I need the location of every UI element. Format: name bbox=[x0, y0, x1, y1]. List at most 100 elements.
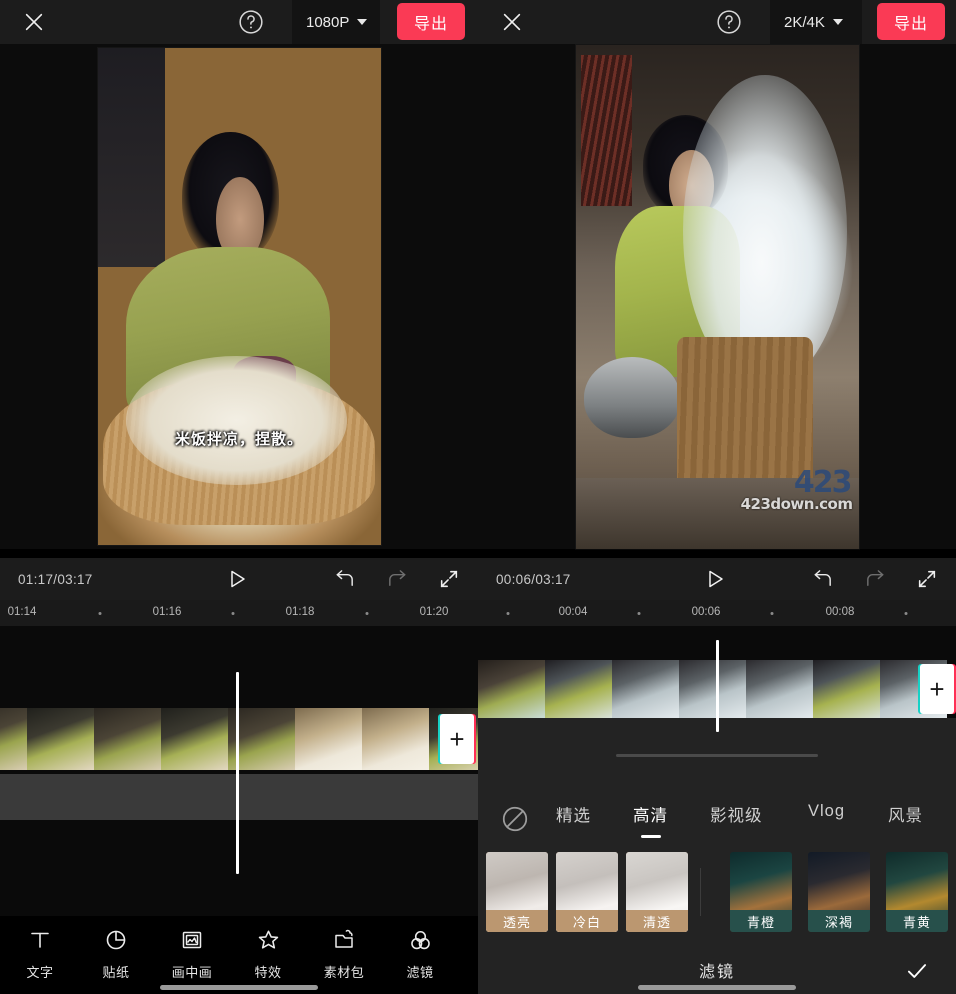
left-bottom-toolbar: 文字 贴纸 画中画 特效 bbox=[0, 916, 478, 994]
resolution-selector[interactable]: 2K/4K bbox=[770, 0, 862, 44]
tool-filter[interactable]: 滤镜 bbox=[382, 916, 458, 981]
tool-label: 素材包 bbox=[324, 962, 365, 981]
video-canvas[interactable]: 米饭拌凉，捏散。 bbox=[98, 48, 381, 545]
ruler-dot bbox=[99, 612, 102, 615]
resolution-selector[interactable]: 1080P bbox=[292, 0, 380, 44]
right-video-preview[interactable]: 423 423down.com bbox=[478, 44, 956, 549]
help-icon[interactable] bbox=[714, 7, 744, 37]
export-button[interactable]: 导出 bbox=[397, 3, 465, 40]
clip-thumbnail[interactable] bbox=[746, 660, 813, 722]
ruler-dot bbox=[638, 612, 641, 615]
tool-material-pack[interactable]: 素材包 bbox=[306, 916, 382, 981]
filter-item[interactable]: 冷白 bbox=[556, 852, 618, 932]
sticker-icon bbox=[104, 925, 128, 955]
text-icon bbox=[28, 925, 52, 955]
fullscreen-icon[interactable] bbox=[438, 568, 460, 590]
play-icon[interactable] bbox=[703, 567, 727, 591]
material-pack-icon bbox=[332, 925, 356, 955]
clip-thumbnail[interactable] bbox=[295, 708, 362, 770]
filter-item[interactable]: 透亮 bbox=[486, 852, 548, 932]
video-canvas[interactable]: 423 423down.com bbox=[576, 45, 859, 549]
ruler-tick: 01:18 bbox=[286, 606, 315, 618]
timecode: 00:06/03:17 bbox=[496, 572, 571, 587]
clip-thumbnail[interactable] bbox=[161, 708, 228, 770]
tool-label: 滤镜 bbox=[406, 962, 433, 981]
home-indicator bbox=[638, 985, 796, 990]
fullscreen-icon[interactable] bbox=[916, 568, 938, 590]
filter-item[interactable]: 青黄 bbox=[886, 852, 948, 932]
tab-yingshiji[interactable]: 影视级 bbox=[710, 802, 763, 830]
filter-item[interactable]: 清透 bbox=[626, 852, 688, 932]
filter-name: 青橙 bbox=[730, 910, 792, 932]
export-button[interactable]: 导出 bbox=[877, 3, 945, 40]
filter-item[interactable]: 深褐 bbox=[808, 852, 870, 932]
clip-thumbnail[interactable] bbox=[94, 708, 161, 770]
video-subtitle[interactable]: 米饭拌凉，捏散。 bbox=[98, 428, 381, 449]
clip-thumbnail[interactable] bbox=[362, 708, 429, 770]
tool-label: 贴纸 bbox=[102, 962, 129, 981]
no-filter-icon[interactable] bbox=[500, 804, 530, 834]
ruler-dot bbox=[507, 612, 510, 615]
clip-strip[interactable] bbox=[0, 708, 478, 770]
timecode: 01:17/03:17 bbox=[18, 572, 93, 587]
playhead[interactable] bbox=[716, 640, 719, 732]
audio-track-band[interactable] bbox=[0, 774, 478, 820]
left-timeline[interactable]: + bbox=[0, 626, 478, 920]
clip-thumbnail[interactable] bbox=[679, 660, 746, 722]
resolution-value: 1080P bbox=[306, 14, 349, 31]
tab-jingxuan[interactable]: 精选 bbox=[556, 802, 591, 830]
help-icon[interactable] bbox=[236, 7, 266, 37]
check-icon[interactable] bbox=[904, 958, 930, 989]
left-editor-panel: 1080P 导出 米饭拌凉，捏散。 01:17/03:17 bbox=[0, 0, 478, 994]
effects-icon bbox=[256, 925, 281, 955]
filter-item[interactable]: 青橙 bbox=[730, 852, 792, 932]
ruler-tick: 01:16 bbox=[153, 606, 182, 618]
filter-name: 透亮 bbox=[486, 910, 548, 932]
filter-list[interactable]: 透亮 冷白 清透 青橙 深褐 bbox=[478, 852, 956, 934]
close-icon[interactable] bbox=[18, 6, 50, 38]
home-indicator bbox=[160, 985, 318, 990]
tool-ratio[interactable]: 比例 bbox=[458, 916, 478, 981]
left-transport-bar: 01:17/03:17 bbox=[0, 558, 478, 600]
left-timeline-ruler[interactable]: 01:14 01:16 01:18 01:20 bbox=[0, 600, 478, 626]
close-icon[interactable] bbox=[496, 6, 528, 38]
ruler-dot bbox=[232, 612, 235, 615]
filter-name: 清透 bbox=[626, 910, 688, 932]
clip-thumbnail[interactable] bbox=[612, 660, 679, 722]
play-icon[interactable] bbox=[225, 567, 249, 591]
video-frame-art bbox=[98, 48, 381, 545]
undo-icon[interactable] bbox=[333, 568, 356, 591]
redo-icon[interactable] bbox=[386, 568, 409, 591]
add-clip-button[interactable]: + bbox=[440, 714, 474, 764]
clip-thumbnail[interactable] bbox=[0, 708, 27, 770]
clip-thumbnail[interactable] bbox=[27, 708, 94, 770]
filter-sheet-footer: 滤镜 bbox=[478, 946, 956, 994]
left-header: 1080P 导出 bbox=[0, 0, 478, 44]
filter-category-tabs: 精选 高清 影视级 Vlog 风景 bbox=[478, 796, 956, 842]
sheet-title: 滤镜 bbox=[699, 958, 735, 982]
playhead[interactable] bbox=[236, 672, 239, 874]
tool-sticker[interactable]: 贴纸 bbox=[78, 916, 154, 981]
right-transport-bar: 00:06/03:17 bbox=[478, 558, 956, 600]
filter-group-divider bbox=[700, 868, 701, 916]
tool-pip[interactable]: 画中画 bbox=[154, 916, 230, 981]
tool-text[interactable]: 文字 bbox=[2, 916, 78, 981]
tab-fengjing[interactable]: 风景 bbox=[888, 802, 923, 830]
left-video-preview[interactable]: 米饭拌凉，捏散。 bbox=[0, 44, 478, 549]
clip-thumbnail[interactable] bbox=[813, 660, 880, 722]
ruler-dot bbox=[366, 612, 369, 615]
tool-label: 文字 bbox=[26, 962, 53, 981]
clip-thumbnail[interactable] bbox=[478, 660, 545, 722]
redo-icon[interactable] bbox=[864, 568, 887, 591]
clip-thumbnail[interactable] bbox=[545, 660, 612, 722]
undo-icon[interactable] bbox=[811, 568, 834, 591]
right-timeline[interactable]: + bbox=[478, 626, 956, 718]
sheet-drag-handle[interactable] bbox=[616, 754, 818, 757]
add-clip-button[interactable]: + bbox=[920, 664, 954, 714]
tab-gaoqing[interactable]: 高清 bbox=[633, 802, 668, 830]
filter-name: 深褐 bbox=[808, 910, 870, 932]
right-timeline-ruler[interactable]: 00:04 00:06 00:08 bbox=[478, 600, 956, 626]
tool-effects[interactable]: 特效 bbox=[230, 916, 306, 981]
chevron-down-icon bbox=[833, 19, 843, 25]
tab-vlog[interactable]: Vlog bbox=[808, 802, 845, 825]
